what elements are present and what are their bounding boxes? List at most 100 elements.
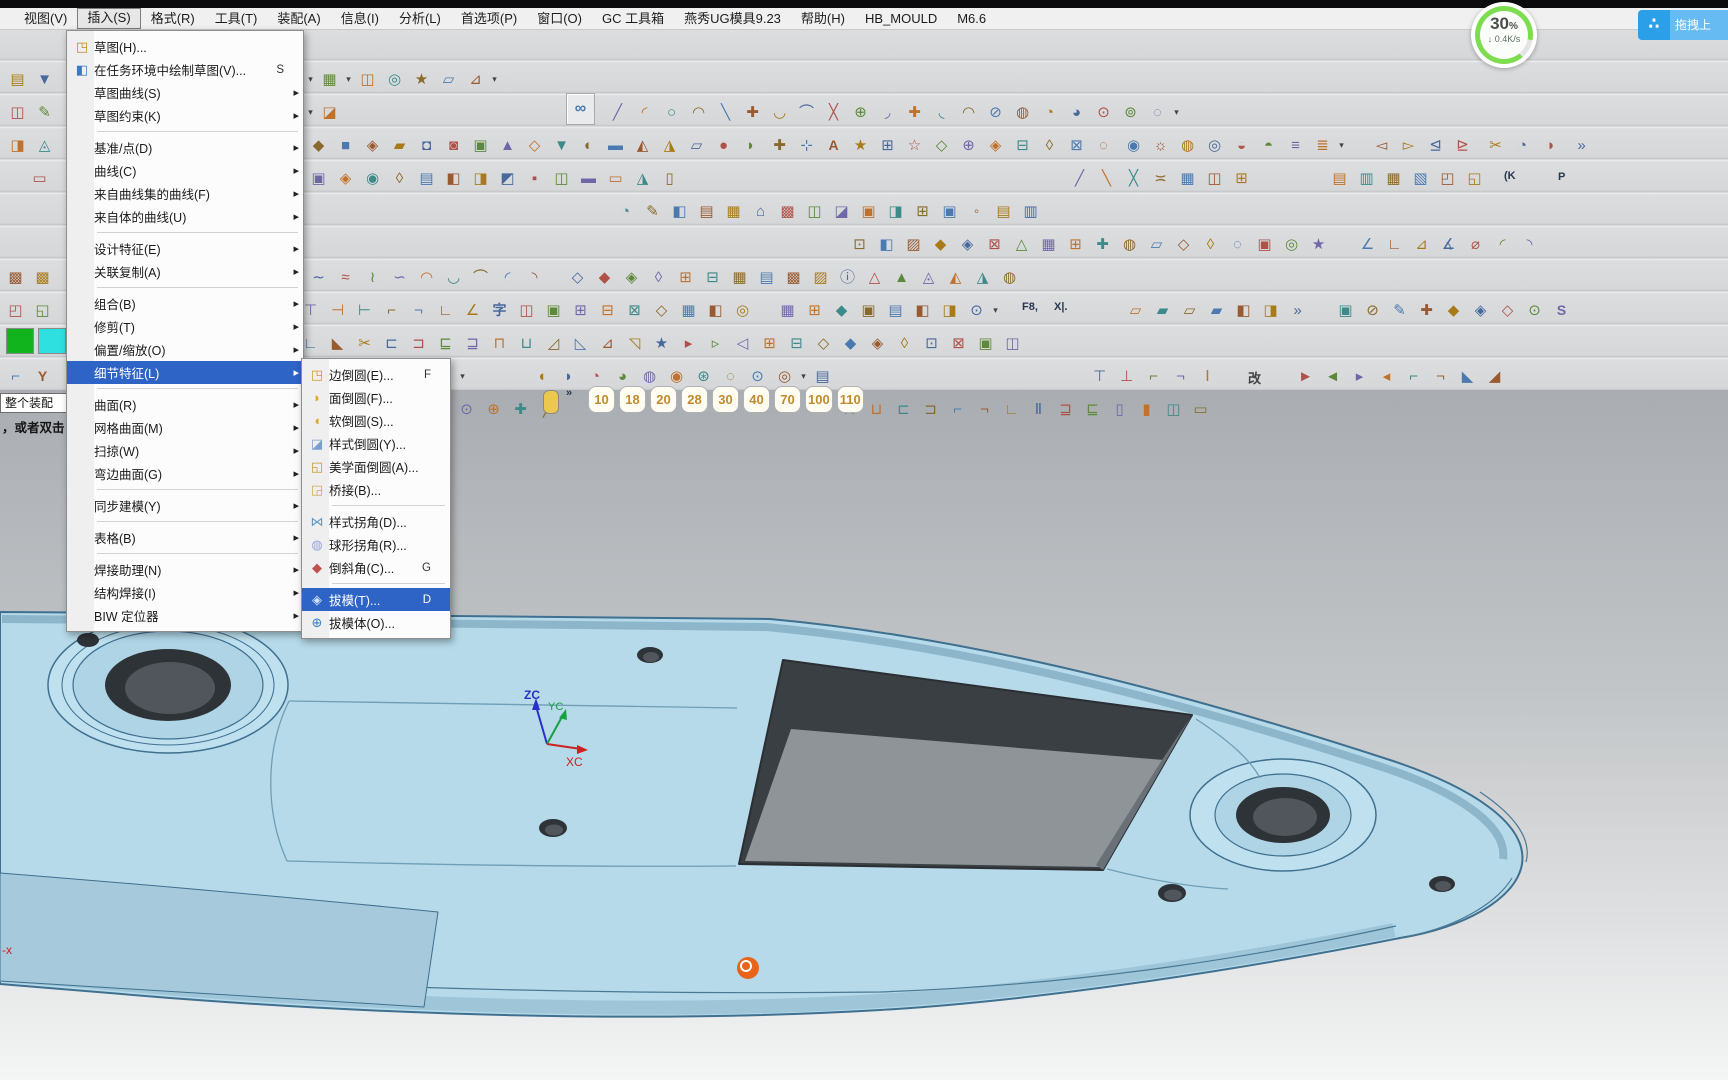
toolbar-icon[interactable]: ✚ — [766, 132, 793, 159]
toolbar-icon[interactable]: ⊠ — [981, 231, 1008, 258]
menu-item[interactable]: 修剪(T)▸ — [67, 315, 303, 338]
quick-number-button-10[interactable]: 10 — [588, 386, 615, 413]
toolbar-icon[interactable]: ▦ — [1380, 165, 1407, 192]
toolbar-icon[interactable]: ■ — [332, 132, 359, 159]
toolbar-icon[interactable]: ✎ — [31, 99, 58, 126]
toolbar-icon[interactable]: ◞ — [874, 99, 901, 126]
menu-item[interactable]: 细节特征(L)▸ — [67, 361, 303, 384]
toolbar-icon[interactable]: ▾ — [1171, 99, 1182, 126]
toolbar-icon[interactable]: ∡ — [1435, 231, 1462, 258]
toolbar-icon[interactable]: ◮ — [629, 165, 656, 192]
toolbar-icon[interactable]: ◪ — [828, 198, 855, 225]
toolbar-icon[interactable]: ▭ — [26, 165, 53, 192]
toolbar-icon[interactable]: ▤ — [990, 198, 1017, 225]
toolbar-icon[interactable]: ◌ — [1090, 132, 1117, 159]
toolbar-icon[interactable]: ◈ — [954, 231, 981, 258]
toolbar-icon[interactable]: ◐ — [575, 132, 602, 159]
toolbar-icon[interactable]: ▼ — [31, 66, 58, 93]
toolbar-icon[interactable]: ¬ — [405, 297, 432, 324]
toolbar-icon[interactable]: ⊕ — [847, 99, 874, 126]
toolbar-icon[interactable]: ⊿ — [462, 66, 489, 93]
toolbar-icon[interactable]: ⌂ — [747, 198, 774, 225]
toolbar-icon[interactable]: ⊞ — [1228, 165, 1255, 192]
toolbar-icon[interactable]: ⊞ — [874, 132, 901, 159]
toolbar-icon[interactable]: ⊐ — [405, 330, 432, 357]
toolbar-icon[interactable]: ⌐ — [1400, 363, 1427, 390]
menu-item[interactable]: 曲线(C)▸ — [67, 159, 303, 182]
color-swatch[interactable] — [38, 328, 66, 354]
toolbar-icon[interactable]: ◜ — [494, 264, 521, 291]
menubar-item[interactable]: GC 工具箱 — [592, 9, 674, 29]
toolbar-icon[interactable]: ⊘ — [1359, 297, 1386, 324]
toolbar-icon[interactable]: ◫ — [801, 198, 828, 225]
toolbar-icon[interactable]: ⌒ — [793, 99, 820, 126]
toolbar-icon[interactable]: ≍ — [1147, 165, 1174, 192]
menubar-item[interactable]: 首选项(P) — [451, 9, 527, 29]
toolbar-icon[interactable]: ▦ — [1035, 231, 1062, 258]
toolbar-icon[interactable]: ◇ — [928, 132, 955, 159]
toolbar-icon[interactable]: ◍ — [996, 264, 1023, 291]
toolbar-icon[interactable]: ▣ — [936, 198, 963, 225]
toolbar-icon[interactable]: ◆ — [837, 330, 864, 357]
toolbar-icon[interactable]: ⊞ — [909, 198, 936, 225]
toolbar-icon[interactable]: ◗ — [555, 363, 582, 390]
toolbar-icon[interactable]: ▩ — [780, 264, 807, 291]
toolbar-icon[interactable]: ∟ — [998, 396, 1025, 423]
menu-item[interactable]: 同步建模(Y)▸ — [67, 494, 303, 517]
toolbar-icon[interactable]: ⊢ — [351, 297, 378, 324]
toolbar-icon[interactable]: ¬ — [1167, 363, 1194, 390]
toolbar-icon[interactable]: ◌ — [1224, 231, 1251, 258]
toolbar-icon[interactable]: △ — [1008, 231, 1035, 258]
toolbar-icon[interactable]: ▬ — [575, 165, 602, 192]
toolbar-icon[interactable]: ▲ — [888, 264, 915, 291]
toolbar-icon[interactable]: ◈ — [982, 132, 1009, 159]
toolbar-icon[interactable]: ◙ — [440, 132, 467, 159]
menubar-item[interactable]: 燕秀UG模具9.23 — [674, 9, 791, 29]
toolbar-icon[interactable]: ⊙ — [1090, 99, 1117, 126]
toolbar-icon[interactable]: ▾ — [990, 297, 1001, 324]
toolbar-icon[interactable]: ✎ — [1386, 297, 1413, 324]
toolbar-icon[interactable]: ▾ — [305, 66, 316, 93]
toolbar-icon[interactable]: ☆ — [901, 132, 928, 159]
right-boss[interactable] — [1190, 759, 1376, 871]
toolbar-icon[interactable]: ▣ — [972, 330, 999, 357]
toolbar-label[interactable]: (K — [1504, 170, 1516, 182]
menu-item[interactable]: 来自体的曲线(U)▸ — [67, 205, 303, 228]
menubar-item[interactable]: 视图(V) — [14, 9, 77, 29]
toolbar-icon[interactable]: ⊐ — [917, 396, 944, 423]
toolbar-icon[interactable]: ∼ — [305, 264, 332, 291]
toolbar-icon[interactable]: ▭ — [602, 165, 629, 192]
toolbar-icon[interactable]: ◊ — [386, 165, 413, 192]
toolbar-icon[interactable]: ▰ — [386, 132, 413, 159]
menu-item[interactable]: ◍球形拐角(R)... — [302, 533, 450, 556]
toolbar-icon[interactable]: ⊟ — [783, 330, 810, 357]
toolbar-icon[interactable]: ▧ — [1407, 165, 1434, 192]
toolbar-icon[interactable]: ⊞ — [756, 330, 783, 357]
toolbar-icon[interactable]: ⊞ — [801, 297, 828, 324]
menubar-item[interactable]: 格式(R) — [141, 9, 205, 29]
menu-item[interactable]: ◳边倒圆(E)...F — [302, 363, 450, 386]
toolbar-icon[interactable]: ◰ — [2, 297, 29, 324]
toolbar-icon[interactable]: ◇ — [810, 330, 837, 357]
toolbar-label[interactable]: F8, — [1022, 301, 1038, 313]
quick-number-button-100[interactable]: 100 — [805, 386, 833, 413]
toolbar-icon[interactable]: ▨ — [900, 231, 927, 258]
toolbar-icon[interactable]: ∠ — [459, 297, 486, 324]
toolbar-icon[interactable]: Y — [29, 363, 56, 390]
toolbar-icon[interactable]: ⊞ — [1062, 231, 1089, 258]
toolbar-icon[interactable]: ▸ — [1346, 363, 1373, 390]
toolbar-icon[interactable]: ⊹ — [793, 132, 820, 159]
menubar-item[interactable]: 工具(T) — [205, 9, 268, 29]
toolbar-icon[interactable]: ◧ — [873, 231, 900, 258]
quick-number-button-40[interactable]: 40 — [743, 386, 770, 413]
toolbar-icon[interactable]: ▣ — [855, 297, 882, 324]
toolbar-icon[interactable]: ╲ — [712, 99, 739, 126]
menubar-item[interactable]: 装配(A) — [267, 9, 330, 29]
toolbar-icon[interactable]: Ⅱ — [1025, 396, 1052, 423]
toolbar-icon[interactable]: ◩ — [494, 165, 521, 192]
toolbar-icon[interactable]: ◨ — [936, 297, 963, 324]
menubar-item[interactable]: 分析(L) — [389, 9, 451, 29]
toolbar-icon[interactable]: ◎ — [729, 297, 756, 324]
toolbar-icon[interactable]: ◰ — [1434, 165, 1461, 192]
toolbar-icon[interactable]: ⊙ — [963, 297, 990, 324]
